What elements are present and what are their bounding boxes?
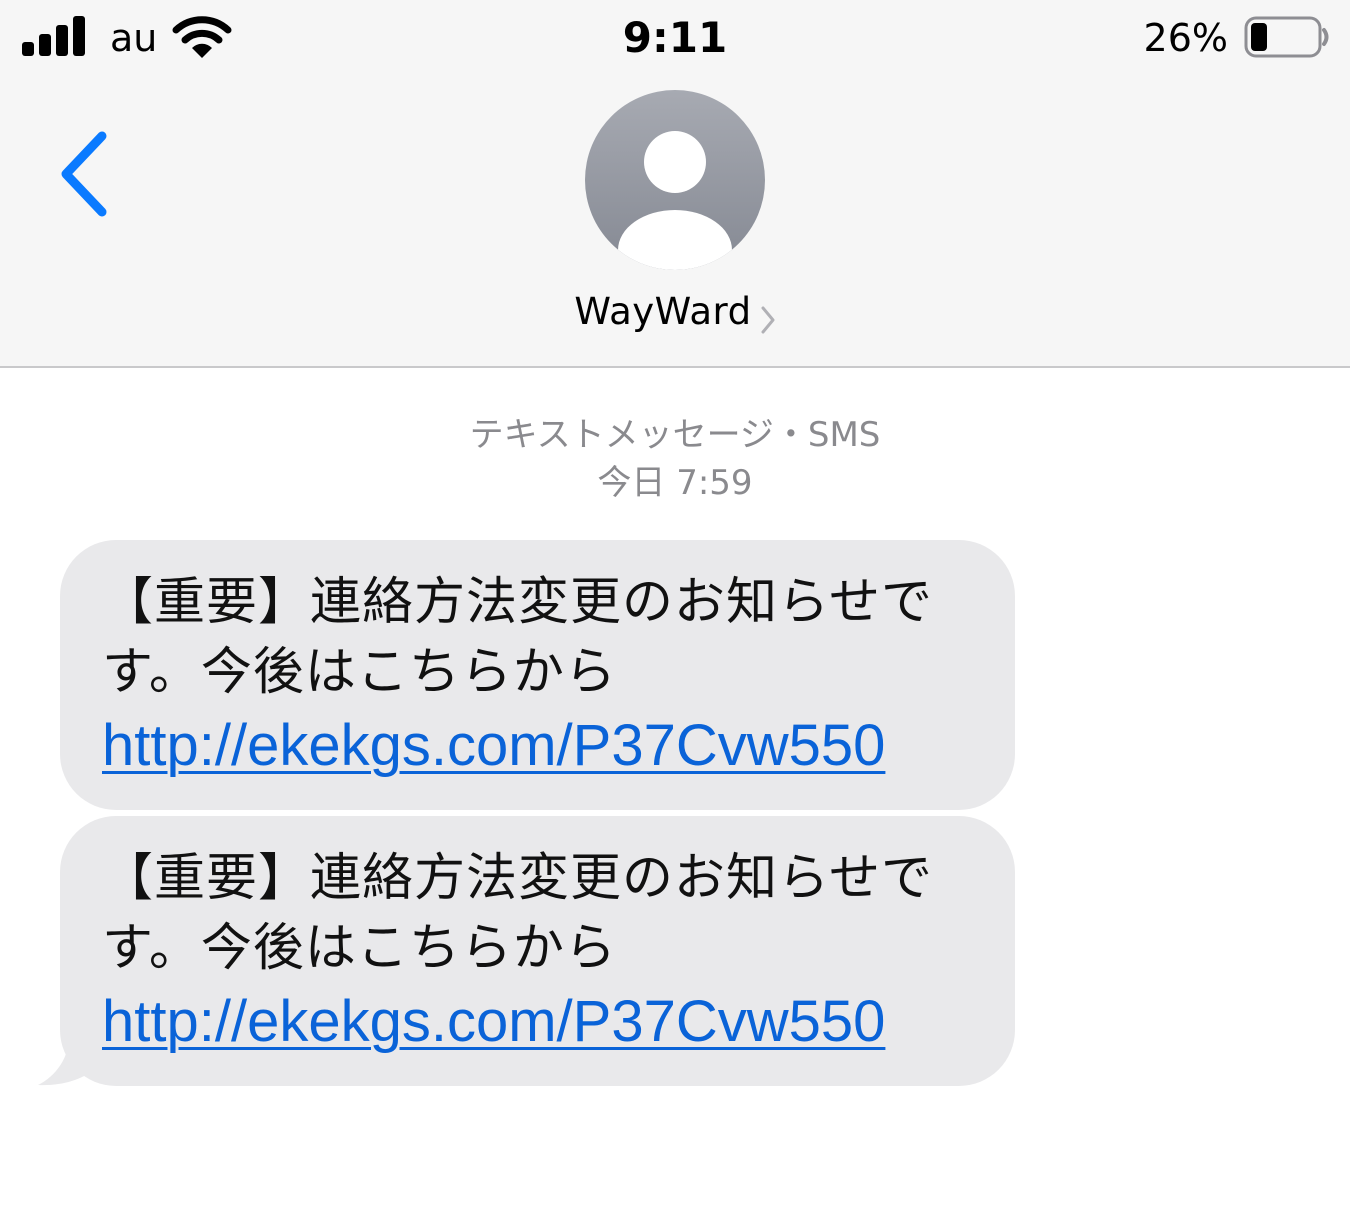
message-bubble[interactable]: 【重要】連絡方法変更のお知らせで す。今後はこちらから http://ekekg… xyxy=(60,816,1015,1086)
service-label: テキストメッセージ・SMS xyxy=(469,415,881,455)
message-link[interactable]: http://ekekgs.com/P37Cvw550 xyxy=(102,984,975,1060)
message-text-line: 【重要】連絡方法変更のお知らせで xyxy=(102,849,933,908)
message-text-line: す。今後はこちらから xyxy=(102,643,617,702)
message-text-line: す。今後はこちらから xyxy=(102,919,617,978)
clock: 9:11 xyxy=(622,13,728,62)
message-timestamp: 今日 7:59 xyxy=(597,463,753,503)
navigation-header: au 9:11 26% WayWard xyxy=(0,0,1350,368)
status-bar: au 9:11 26% xyxy=(0,0,1350,78)
battery-percentage: 26% xyxy=(1143,16,1228,60)
contact-name-button[interactable]: WayWard xyxy=(470,282,880,342)
battery-icon xyxy=(1244,16,1329,58)
contact-name: WayWard xyxy=(574,290,752,333)
bubble-tail xyxy=(38,1030,94,1086)
wifi-icon xyxy=(172,16,232,58)
cellular-signal-icon xyxy=(22,16,86,56)
message-link[interactable]: http://ekekgs.com/P37Cvw550 xyxy=(102,708,975,784)
contact-avatar-icon[interactable] xyxy=(585,90,765,270)
message-bubble[interactable]: 【重要】連絡方法変更のお知らせで す。今後はこちらから http://ekekg… xyxy=(60,540,1015,810)
chevron-right-icon xyxy=(761,306,775,333)
conversation-meta: テキストメッセージ・SMS 今日 7:59 xyxy=(300,410,1050,506)
carrier-name: au xyxy=(110,16,158,60)
back-button[interactable] xyxy=(50,126,120,222)
message-text-line: 【重要】連絡方法変更のお知らせで xyxy=(102,573,933,632)
